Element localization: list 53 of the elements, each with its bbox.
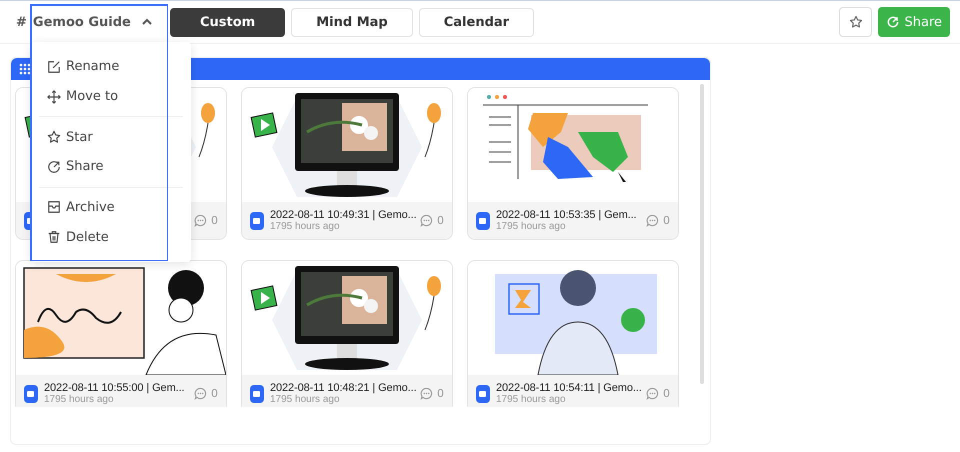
- recording-icon: [476, 384, 490, 402]
- comment-count: 0: [211, 214, 218, 227]
- comment-icon: [420, 387, 433, 400]
- card-title: 2022-08-11 10:54:11 | Gemo...: [496, 382, 642, 394]
- recording-icon: [250, 212, 264, 230]
- comment-count: 0: [211, 387, 218, 400]
- star-icon: [848, 15, 863, 29]
- menu-item[interactable]: Share: [31, 152, 191, 182]
- comment-icon: [646, 214, 659, 227]
- menu-item[interactable]: Move to: [31, 82, 191, 112]
- card-title: 2022-08-11 10:55:00 | Gem...: [44, 382, 185, 394]
- comment-icon: [646, 387, 659, 400]
- scrollbar-thumb[interactable]: [700, 84, 704, 384]
- comment-icon: [420, 214, 433, 227]
- card-title: 2022-08-11 10:48:21 | Gemo...: [270, 382, 417, 394]
- comment-icon: [194, 387, 207, 400]
- edit-icon: [47, 60, 61, 74]
- recording-card[interactable]: 2022-08-11 10:54:11 | Gemo... 1795 hours ago 0: [467, 260, 679, 407]
- card-time: 1795 hours ago: [496, 394, 566, 405]
- card-time: 1795 hours ago: [270, 394, 340, 405]
- move-icon: [47, 90, 61, 104]
- comment-count: 0: [437, 387, 444, 400]
- menu-item[interactable]: Star: [31, 122, 191, 152]
- comment-count: 0: [663, 387, 670, 400]
- comment-icon: [194, 214, 207, 227]
- view-tab[interactable]: Calendar: [418, 8, 534, 36]
- grid-icon: [19, 63, 31, 75]
- recording-card[interactable]: 2022-08-11 10:49:31 | Gemo... 1795 hours ago 0: [241, 87, 453, 240]
- card-title: 2022-08-11 10:53:35 | Gem...: [496, 209, 637, 221]
- inbox-icon: [47, 200, 61, 214]
- share-icon: [886, 15, 900, 29]
- recording-icon: [24, 384, 38, 402]
- recording-card[interactable]: 2022-08-11 10:55:00 | Gem... 1795 hours ago 0: [15, 260, 227, 407]
- recording-icon: [250, 384, 264, 402]
- board-title-button[interactable]: # Gemoo Guide: [16, 14, 156, 30]
- share-icon: [47, 160, 61, 174]
- star-icon: [47, 130, 61, 144]
- card-time: 1795 hours ago: [44, 394, 114, 405]
- card-title: 2022-08-11 10:49:31 | Gemo...: [270, 209, 417, 221]
- menu-item[interactable]: Archive: [31, 192, 191, 222]
- trash-icon: [47, 230, 61, 244]
- view-tab[interactable]: Custom: [170, 8, 286, 36]
- menu-item[interactable]: Delete: [31, 222, 191, 252]
- menu-item[interactable]: Rename: [31, 52, 191, 82]
- star-button[interactable]: [839, 7, 872, 37]
- card-time: 1795 hours ago: [270, 221, 340, 232]
- recording-card[interactable]: 2022-08-11 10:48:21 | Gemo... 1795 hours ago 0: [241, 260, 453, 407]
- comment-count: 0: [437, 214, 444, 227]
- card-time: 1795 hours ago: [496, 221, 566, 232]
- view-tab[interactable]: Mind Map: [291, 8, 413, 36]
- comment-count: 0: [663, 214, 670, 227]
- recording-icon: [476, 212, 490, 230]
- recording-card[interactable]: 2022-08-11 10:53:35 | Gem... 1795 hours ago 0: [467, 87, 679, 240]
